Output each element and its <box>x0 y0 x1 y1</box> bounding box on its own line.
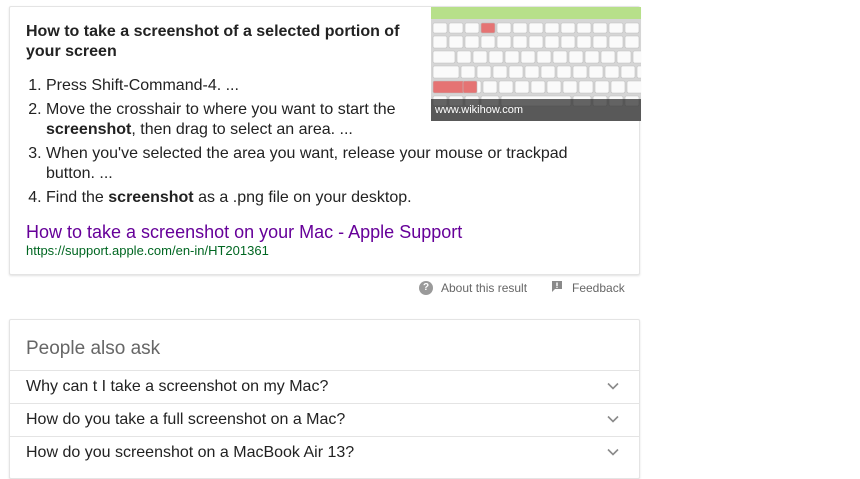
step-text: Press Shift-Command-4. ... <box>46 77 239 94</box>
keyboard-key <box>632 50 641 64</box>
about-this-result-button[interactable]: ? About this result <box>419 279 527 297</box>
keyboard-key <box>514 80 530 94</box>
paa-question-row[interactable]: How do you take a full screenshot on a M… <box>10 403 639 436</box>
keyboard-key <box>578 80 594 94</box>
keyboard-key <box>560 35 576 49</box>
keyboard-key <box>624 22 640 34</box>
keyboard-key <box>608 35 624 49</box>
step-bold-text: screenshot <box>108 189 194 206</box>
help-circle-icon: ? <box>419 281 433 295</box>
keyboard-key <box>488 50 504 64</box>
source-url: https://support.apple.com/en-in/HT201361 <box>26 243 269 258</box>
keyboard-key <box>512 22 528 34</box>
keyboard-key <box>432 22 448 34</box>
about-this-result-label: About this result <box>441 281 528 295</box>
image-watermark: www.wikihow.com <box>431 99 641 121</box>
keyboard-key-highlighted <box>480 22 496 34</box>
keyboard-key <box>508 65 524 79</box>
keyboard-key <box>576 22 592 34</box>
step-text: When you've selected the area you want, … <box>46 145 568 182</box>
keyboard-key <box>594 80 610 94</box>
keyboard-key <box>496 35 512 49</box>
snippet-title: How to take a screenshot of a selected p… <box>26 23 400 60</box>
keyboard-key <box>626 80 641 94</box>
keyboard-key <box>464 35 480 49</box>
step-text: Find the <box>46 189 109 206</box>
keyboard-key <box>536 50 552 64</box>
source-result-link[interactable]: How to take a screenshot on your Mac - A… <box>26 221 462 243</box>
step-text: as a .png file on your desktop. <box>193 189 412 206</box>
keyboard-key <box>544 35 560 49</box>
paa-question-text: How do you take a full screenshot on a M… <box>26 411 346 428</box>
keyboard-key <box>608 22 624 34</box>
feedback-button[interactable]: Feedback <box>550 279 625 297</box>
keyboard-key <box>604 65 620 79</box>
chevron-down-icon <box>607 382 619 390</box>
snippet-step: Move the crosshair to where you want to … <box>46 100 406 140</box>
keyboard-key <box>592 35 608 49</box>
keyboard-key <box>492 65 508 79</box>
snippet-thumbnail-image[interactable]: www.wikihow.com <box>431 7 641 121</box>
keyboard-key <box>520 50 536 64</box>
keyboard-key <box>456 50 472 64</box>
keyboard-key <box>482 80 498 94</box>
keyboard-key <box>460 65 476 79</box>
featured-snippet-card: How to take a screenshot of a selected p… <box>9 6 641 275</box>
keyboard-key <box>498 80 514 94</box>
keyboard-key <box>476 65 492 79</box>
keyboard-key <box>556 65 572 79</box>
keyboard-key <box>620 65 636 79</box>
keyboard-key <box>588 65 604 79</box>
paa-question-row[interactable]: Why can t I take a screenshot on my Mac? <box>10 370 639 403</box>
keyboard-key <box>432 80 466 94</box>
keyboard-key <box>610 80 626 94</box>
chevron-down-icon <box>607 448 619 456</box>
keyboard-key <box>432 50 456 64</box>
keyboard-key <box>600 50 616 64</box>
keyboard-key <box>560 22 576 34</box>
keyboard-key <box>480 35 496 49</box>
keyboard-key <box>496 22 512 34</box>
keyboard-key <box>540 65 556 79</box>
keyboard-key <box>584 50 600 64</box>
keyboard-key <box>530 80 546 94</box>
keyboard-key <box>472 50 488 64</box>
keyboard-key <box>448 35 464 49</box>
keyboard-key <box>568 50 584 64</box>
people-also-ask-panel: People also ask Why can t I take a scree… <box>9 319 640 479</box>
keyboard-key-highlighted <box>462 80 478 94</box>
chevron-down-icon <box>607 415 619 423</box>
keyboard-key <box>624 35 640 49</box>
keyboard-key <box>512 35 528 49</box>
keyboard-key <box>432 35 448 49</box>
keyboard-key <box>572 65 588 79</box>
keyboard-key <box>616 50 632 64</box>
feedback-flag-icon <box>550 279 564 298</box>
step-bold-text: screenshot <box>46 121 132 138</box>
people-also-ask-heading: People also ask <box>26 338 161 359</box>
keyboard-key <box>576 35 592 49</box>
result-meta-row: ? About this result Feedback <box>0 279 860 297</box>
keyboard-key <box>524 65 540 79</box>
step-text: , then drag to select an area. ... <box>131 121 353 138</box>
keyboard-key <box>546 80 562 94</box>
paa-question-text: How do you screenshot on a MacBook Air 1… <box>26 444 355 461</box>
keyboard-key <box>464 22 480 34</box>
keyboard-key <box>504 50 520 64</box>
paa-question-text: Why can t I take a screenshot on my Mac? <box>26 378 329 395</box>
keyboard-key <box>528 35 544 49</box>
keyboard-key <box>544 22 560 34</box>
snippet-step: Find the screenshot as a .png file on yo… <box>46 188 606 208</box>
snippet-step: When you've selected the area you want, … <box>46 144 606 184</box>
keyboard-key <box>528 22 544 34</box>
keyboard-key <box>552 50 568 64</box>
keyboard-key <box>562 80 578 94</box>
keyboard-key <box>448 22 464 34</box>
keyboard-key <box>636 65 641 79</box>
step-text: Move the crosshair to where you want to … <box>46 101 396 118</box>
feedback-label: Feedback <box>572 281 625 295</box>
keyboard-key <box>432 65 460 79</box>
paa-question-row[interactable]: How do you screenshot on a MacBook Air 1… <box>10 436 639 469</box>
keyboard-key <box>592 22 608 34</box>
